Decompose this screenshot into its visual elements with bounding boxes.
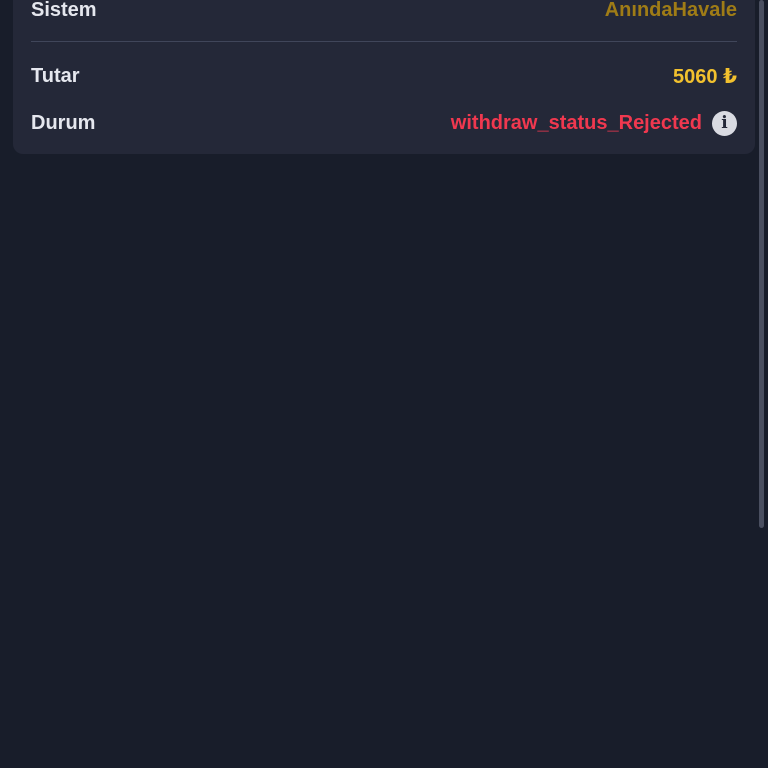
details-divider xyxy=(31,41,737,42)
vertical-scrollbar[interactable] xyxy=(759,0,764,528)
amount-label: Tutar xyxy=(31,64,80,87)
system-row: Sistem AnındaHavale xyxy=(31,0,737,25)
system-label: Sistem xyxy=(31,0,97,21)
status-row: Durum withdraw_status_Rejected i xyxy=(31,108,737,138)
amount-row: Tutar 5060 ₺ xyxy=(31,61,737,91)
transaction-details-card: Sistem AnındaHavale Tutar 5060 ₺ Durum w… xyxy=(13,0,755,154)
transaction-details-screen: Sistem AnındaHavale Tutar 5060 ₺ Durum w… xyxy=(0,0,768,768)
system-value: AnındaHavale xyxy=(604,0,737,21)
status-value: withdraw_status_Rejected xyxy=(450,111,702,134)
info-icon[interactable]: i xyxy=(712,110,737,136)
status-value-group: withdraw_status_Rejected i xyxy=(450,110,737,136)
amount-value: 5060 ₺ xyxy=(673,65,737,88)
status-label: Durum xyxy=(31,111,96,134)
